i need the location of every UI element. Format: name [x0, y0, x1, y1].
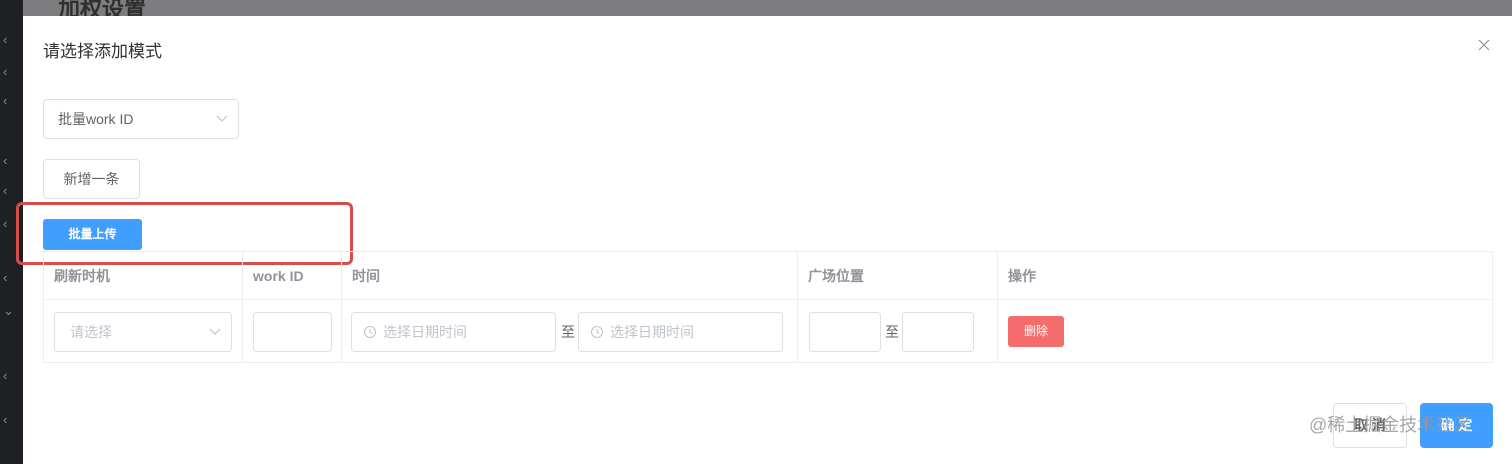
chevron-down-icon: [209, 328, 221, 335]
chevron-left-icon[interactable]: ‹: [3, 184, 7, 197]
table-cell: 选择日期时间 至 选择日期时间: [342, 300, 798, 363]
add-mode-dialog: 请选择添加模式 批量work ID 新增一条 批量上传 刷新时机 work ID…: [16, 16, 1512, 464]
refresh-timing-placeholder: 请选择: [70, 324, 112, 340]
clock-icon: [363, 325, 377, 339]
column-header-time: 时间: [342, 252, 798, 300]
mode-select[interactable]: 批量work ID: [43, 99, 239, 139]
position-from-input[interactable]: [809, 312, 881, 352]
column-header-workid: work ID: [243, 252, 342, 300]
mode-select-value: 批量work ID: [58, 111, 134, 127]
delete-row-button[interactable]: 删除: [1008, 316, 1064, 347]
position-to-input[interactable]: [902, 312, 974, 352]
column-header-position: 广场位置: [798, 252, 998, 300]
column-header-refresh: 刷新时机: [44, 252, 243, 300]
table-cell: 删除: [998, 300, 1492, 363]
close-icon[interactable]: [1476, 37, 1492, 53]
position-range-separator: 至: [885, 324, 899, 340]
table-cell: 请选择: [44, 300, 243, 363]
chevron-left-icon[interactable]: ‹: [3, 369, 7, 382]
chevron-left-icon[interactable]: ‹: [3, 413, 7, 426]
chevron-down-icon[interactable]: ⌄: [3, 304, 14, 317]
chevron-down-icon: [216, 115, 228, 122]
start-datetime-placeholder: 选择日期时间: [383, 324, 467, 340]
table-cell: 至: [798, 300, 998, 363]
chevron-left-icon[interactable]: ‹: [3, 217, 7, 230]
end-datetime-picker[interactable]: 选择日期时间: [578, 312, 783, 352]
chevron-left-icon[interactable]: ‹: [3, 271, 7, 284]
chevron-left-icon[interactable]: ‹: [3, 33, 7, 46]
clock-icon: [590, 325, 604, 339]
chevron-left-icon[interactable]: ‹: [3, 94, 7, 107]
add-row-button[interactable]: 新增一条: [43, 159, 140, 199]
rules-table: 刷新时机 work ID 时间 广场位置 操作 请选择 选择日期时间 至 选择日…: [43, 251, 1493, 363]
chevron-left-icon[interactable]: ‹: [3, 154, 7, 167]
table-cell: [243, 300, 342, 363]
end-datetime-placeholder: 选择日期时间: [610, 324, 694, 340]
chevron-left-icon[interactable]: ‹: [3, 65, 7, 78]
watermark: @稀土掘金技术社区: [1309, 415, 1472, 435]
dialog-title: 请选择添加模式: [43, 42, 162, 61]
column-header-actions: 操作: [998, 252, 1492, 300]
time-range-separator: 至: [561, 324, 575, 340]
refresh-timing-select[interactable]: 请选择: [54, 312, 232, 352]
workid-input[interactable]: [253, 312, 332, 352]
start-datetime-picker[interactable]: 选择日期时间: [351, 312, 556, 352]
